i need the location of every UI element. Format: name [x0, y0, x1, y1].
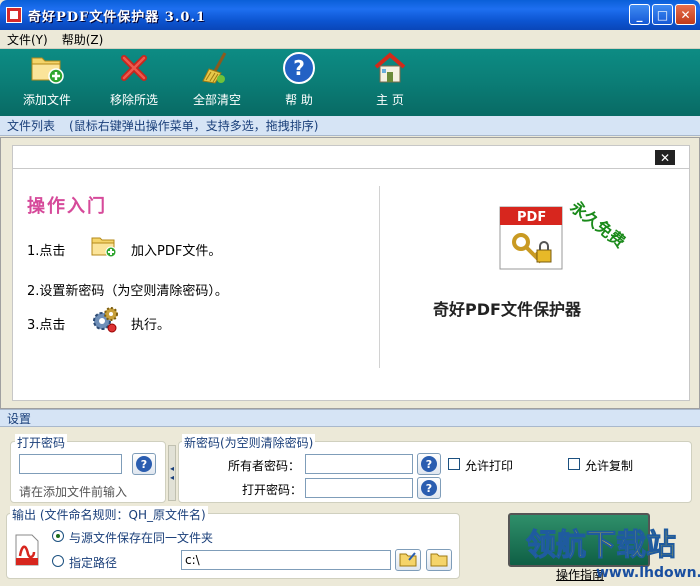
gears-execute-icon [91, 306, 119, 337]
help-question-icon: ? [421, 480, 437, 496]
step1-suffix: 加入PDF文件。 [131, 244, 222, 259]
guide-title: 操作入门 [27, 196, 107, 217]
title-bar: 奇好PDF文件保护器 3.0.1 _ □ ✕ [0, 0, 700, 30]
owner-password-label: 所有者密码： [228, 459, 301, 473]
app-icon [6, 7, 22, 23]
allow-copy-checkbox[interactable] [568, 458, 580, 470]
home-page-label: 主 页 [376, 93, 404, 107]
maximize-button[interactable]: □ [652, 4, 673, 25]
free-forever-stamp: 永久免费 [566, 197, 629, 252]
file-list-bar: 文件列表 (鼠标右键弹出操作菜单，支持多选，拖拽排序) [0, 116, 700, 136]
toolbar: 添加文件 移除所选 全部清空 ? 帮 助 主 页 [0, 49, 700, 116]
menu-help[interactable]: 帮助(Z) [55, 31, 111, 48]
step3-prefix: 3.点击 [27, 318, 66, 333]
custom-path-label: 指定路径 [69, 556, 118, 570]
allow-print-checkbox[interactable] [448, 458, 460, 470]
svg-text:PDF: PDF [517, 210, 546, 225]
owner-password-input[interactable] [305, 454, 413, 474]
open-folder-button[interactable] [426, 549, 452, 571]
new-open-password-label: 打开密码： [242, 483, 303, 497]
output-legend: 输出 (文件命名规则：QH_原文件名) [10, 506, 208, 523]
add-folder-icon [30, 51, 64, 85]
product-name: 奇好PDF文件保护器 [433, 300, 581, 319]
open-password-legend: 打开密码 [15, 434, 68, 451]
broom-icon [200, 51, 234, 85]
settings-splitter[interactable]: ◂ ◂ [168, 445, 176, 501]
close-button[interactable]: ✕ [675, 4, 696, 25]
svg-text:?: ? [293, 56, 305, 80]
remove-selected-button[interactable]: 移除所选 [94, 49, 174, 116]
menu-bar: 文件(Y) 帮助(Z) [0, 30, 700, 49]
add-file-label: 添加文件 [22, 93, 71, 107]
add-folder-icon [91, 234, 117, 261]
guide-panel: ✕ 操作入门 1.点击 加入PDF文件。 2.设置新密码（为空则清除密码）。 3… [12, 145, 690, 401]
new-open-password-help-button[interactable]: ? [417, 477, 441, 499]
remove-x-icon [117, 51, 151, 85]
minimize-button[interactable]: _ [629, 4, 650, 25]
watermark-url: www.lhdown.com [596, 565, 700, 581]
open-password-help-button[interactable]: ? [132, 453, 156, 475]
open-password-input[interactable] [19, 454, 122, 474]
output-path-input[interactable]: c:\ [181, 550, 391, 570]
window-title: 奇好PDF文件保护器 3.0.1 [28, 9, 206, 25]
step3-suffix: 执行。 [131, 318, 171, 333]
help-label: 帮 助 [285, 93, 313, 107]
help-question-icon: ? [421, 456, 437, 472]
watermark-logo: 领航下载站 [526, 528, 677, 564]
remove-selected-label: 移除所选 [109, 93, 158, 107]
clear-all-label: 全部清空 [192, 93, 241, 107]
new-password-legend: 新密码(为空则清除密码) [182, 434, 316, 451]
file-list-label: 文件列表 [7, 119, 56, 133]
home-icon [373, 51, 407, 85]
pick-folder-icon [399, 551, 417, 570]
pdf-lock-logo-icon: PDF [499, 206, 563, 270]
settings-header: 设置 [0, 409, 700, 427]
help-question-icon: ? [282, 51, 316, 85]
help-button[interactable]: ? 帮 助 [260, 49, 338, 116]
step2-text: 2.设置新密码（为空则清除密码）。 [27, 284, 228, 299]
help-question-icon: ? [136, 456, 152, 472]
open-password-hint: 请在添加文件前输入 [19, 485, 128, 499]
custom-path-radio[interactable] [52, 555, 64, 567]
same-folder-label: 与源文件保存在同一文件夹 [69, 531, 214, 545]
guide-close-icon[interactable]: ✕ [655, 150, 675, 165]
owner-password-help-button[interactable]: ? [417, 453, 441, 475]
clear-all-button[interactable]: 全部清空 [174, 49, 260, 116]
menu-file[interactable]: 文件(Y) [0, 31, 55, 48]
browse-path-button[interactable] [395, 549, 421, 571]
new-open-password-input[interactable] [305, 478, 413, 498]
pdf-file-icon [14, 534, 40, 569]
add-file-button[interactable]: 添加文件 [0, 49, 94, 116]
allow-print-label: 允许打印 [465, 459, 514, 473]
home-page-button[interactable]: 主 页 [338, 49, 442, 116]
file-list-hint: (鼠标右键弹出操作菜单，支持多选，拖拽排序) [69, 119, 319, 133]
allow-copy-label: 允许复制 [585, 459, 634, 473]
step1-prefix: 1.点击 [27, 244, 66, 259]
same-folder-radio[interactable] [52, 530, 64, 542]
folder-icon [430, 551, 448, 570]
